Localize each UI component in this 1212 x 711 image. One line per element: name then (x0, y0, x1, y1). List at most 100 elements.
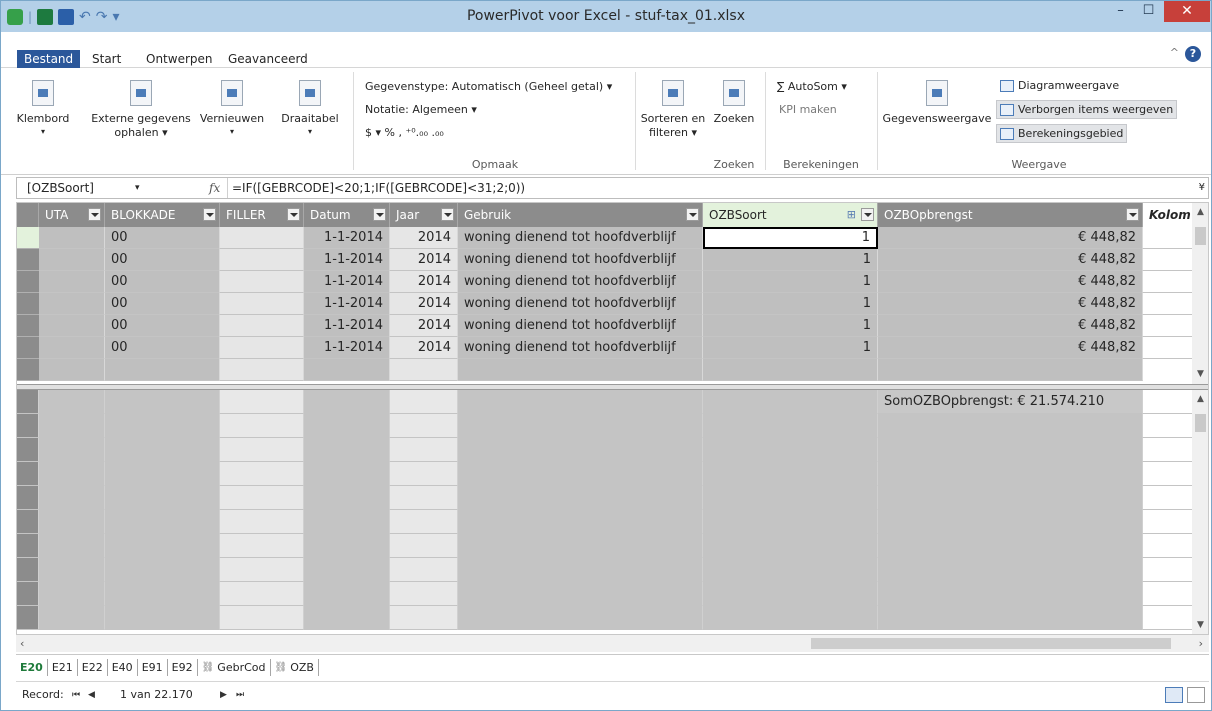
scroll-right-icon[interactable]: › (1199, 635, 1203, 652)
calc-cell[interactable] (703, 582, 878, 606)
calc-cell[interactable] (878, 414, 1143, 438)
calc-cell[interactable] (390, 486, 458, 510)
column-header-blokkade[interactable]: BLOKKADE (105, 203, 220, 227)
calc-cell[interactable] (458, 390, 703, 414)
cell-filler[interactable] (220, 315, 304, 337)
calc-cell[interactable] (304, 558, 390, 582)
calc-cell[interactable] (39, 438, 105, 462)
calc-cell[interactable] (105, 438, 220, 462)
cell-ozbopbrengst[interactable]: € 448,82 (878, 227, 1143, 249)
diagram-view-button[interactable]: Diagramweergave (997, 77, 1122, 94)
calc-cell[interactable] (220, 606, 304, 630)
column-header-ozbsoort[interactable]: OZBSoort ⊞ (703, 203, 878, 227)
previous-record-button[interactable]: ◀ (88, 682, 95, 708)
next-record-button[interactable]: ▶ (220, 682, 227, 708)
calc-cell[interactable] (458, 486, 703, 510)
cell-datum[interactable]: 1-1-2014 (304, 271, 390, 293)
expand-formula-icon[interactable]: ¥ (1199, 178, 1205, 198)
filter-dropdown-icon[interactable] (373, 208, 386, 221)
calc-cell[interactable] (105, 486, 220, 510)
calc-cell[interactable] (105, 510, 220, 534)
calc-cell[interactable] (17, 582, 39, 606)
cell-uta[interactable] (39, 315, 105, 337)
cell-jaar[interactable]: 2014 (390, 227, 458, 249)
external-data-button[interactable]: Externe gegevens ophalen ▾ (81, 74, 201, 140)
cell-add-column[interactable] (1143, 227, 1193, 249)
calc-cell[interactable] (304, 486, 390, 510)
calc-cell[interactable] (1143, 414, 1193, 438)
calc-cell[interactable] (458, 462, 703, 486)
calc-cell[interactable] (390, 390, 458, 414)
calc-cell[interactable] (1143, 582, 1193, 606)
calc-cell[interactable] (105, 582, 220, 606)
top-vertical-scrollbar[interactable]: ▲ ▼ (1192, 203, 1208, 384)
filter-dropdown-icon[interactable] (441, 208, 454, 221)
calc-cell[interactable] (17, 606, 39, 630)
filter-dropdown-icon[interactable] (287, 208, 300, 221)
row-selector[interactable] (17, 337, 39, 359)
cell-blokkade[interactable]: 00 (105, 271, 220, 293)
calc-cell[interactable] (458, 558, 703, 582)
calc-cell[interactable] (1143, 462, 1193, 486)
cell-filler[interactable] (220, 249, 304, 271)
calc-cell[interactable] (304, 462, 390, 486)
help-icon[interactable]: ? (1185, 46, 1201, 62)
calc-cell[interactable] (703, 438, 878, 462)
row-selector[interactable] (17, 271, 39, 293)
cell-gebruik[interactable]: woning dienend tot hoofdverblijf (458, 227, 703, 249)
cell-ozbopbrengst[interactable]: € 448,82 (878, 249, 1143, 271)
tab-ontwerpen[interactable]: Ontwerpen (139, 49, 220, 69)
cell-jaar[interactable] (390, 359, 458, 381)
calc-cell[interactable] (1143, 510, 1193, 534)
cell-filler[interactable] (220, 359, 304, 381)
cell-ozbopbrengst[interactable]: € 448,82 (878, 337, 1143, 359)
cell-filler[interactable] (220, 337, 304, 359)
name-box[interactable]: [OZBSoort] ▾ (17, 178, 195, 198)
close-button[interactable]: ✕ (1164, 1, 1210, 22)
calc-cell[interactable] (105, 390, 220, 414)
calc-cell[interactable] (39, 414, 105, 438)
scroll-up-icon[interactable]: ▲ (1192, 394, 1208, 404)
cell-add-column[interactable] (1143, 249, 1193, 271)
number-format-buttons[interactable]: $ ▾ % , ⁺⁰.₀₀ .₀₀ (365, 126, 444, 139)
calc-cell[interactable] (39, 582, 105, 606)
cell-ozbsoort[interactable]: 1 (703, 337, 878, 359)
autosum-button[interactable]: ∑ AutoSom ▾ (777, 80, 847, 93)
cell-blokkade[interactable]: 00 (105, 249, 220, 271)
calc-cell[interactable] (304, 414, 390, 438)
calculation-area-toggle[interactable]: Berekeningsgebied (996, 124, 1128, 143)
calc-cell[interactable] (703, 510, 878, 534)
calc-cell[interactable] (17, 534, 39, 558)
cell-gebruik[interactable]: woning dienend tot hoofdverblijf (458, 337, 703, 359)
cell-add-column[interactable] (1143, 315, 1193, 337)
cell-ozbsoort[interactable] (703, 359, 878, 381)
calc-cell[interactable] (304, 534, 390, 558)
filter-dropdown-icon[interactable] (861, 208, 874, 221)
cell-jaar[interactable]: 2014 (390, 337, 458, 359)
cell-datum[interactable]: 1-1-2014 (304, 293, 390, 315)
calc-cell[interactable] (1143, 438, 1193, 462)
data-view-button[interactable]: Gegevensweergave (879, 74, 995, 126)
sheet-tab-gebrcod[interactable]: ⛓ GebrCod (198, 658, 271, 676)
calc-cell[interactable] (220, 558, 304, 582)
cell-ozbopbrengst[interactable] (878, 359, 1143, 381)
column-header-add-column[interactable]: Kolom (1143, 203, 1193, 227)
clipboard-button[interactable]: Klembord ▾ (7, 74, 79, 138)
calc-cell[interactable] (17, 414, 39, 438)
pivot-table-button[interactable]: Draaitabel ▾ (277, 74, 343, 138)
calc-cell[interactable] (17, 510, 39, 534)
calc-cell[interactable] (458, 510, 703, 534)
minimize-button[interactable]: – (1107, 1, 1134, 22)
calc-cell[interactable] (39, 462, 105, 486)
datatype-dropdown[interactable]: Gegevenstype: Automatisch (Geheel getal)… (365, 80, 612, 93)
calc-cell[interactable] (105, 414, 220, 438)
scroll-down-icon[interactable]: ▼ (1192, 620, 1208, 630)
calc-cell[interactable] (220, 486, 304, 510)
calc-cell[interactable] (304, 510, 390, 534)
row-selector[interactable] (17, 359, 39, 381)
cell-jaar[interactable]: 2014 (390, 315, 458, 337)
calc-cell[interactable] (17, 558, 39, 582)
cell-uta[interactable] (39, 337, 105, 359)
filter-dropdown-icon[interactable] (1126, 208, 1139, 221)
calc-cell[interactable] (17, 438, 39, 462)
